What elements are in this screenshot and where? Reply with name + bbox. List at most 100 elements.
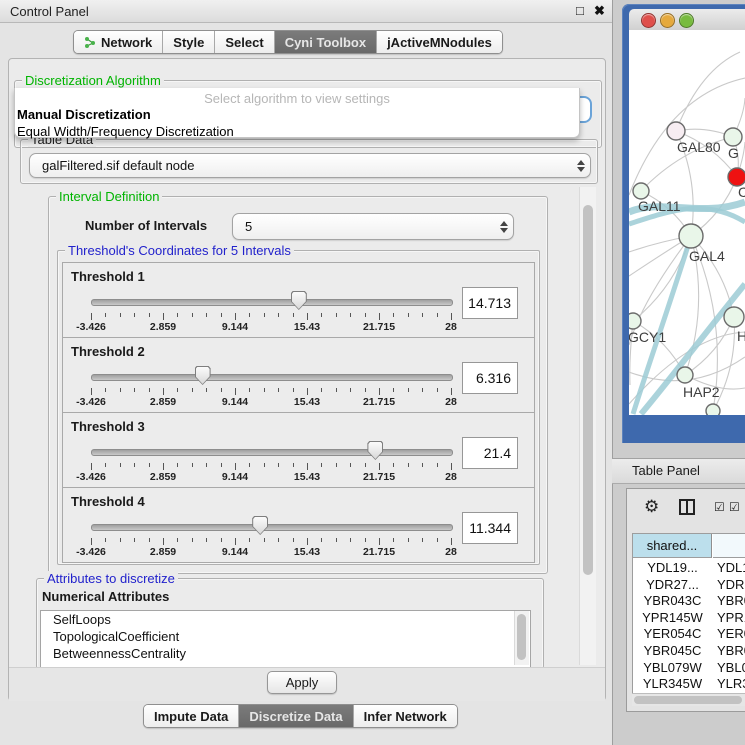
attribute-item[interactable]: BetweennessCentrality [41, 645, 530, 662]
tick-mark [249, 388, 250, 392]
close-traffic-light-icon[interactable] [641, 13, 656, 28]
network-node-g[interactable] [724, 128, 742, 146]
tick-label: 2.859 [133, 396, 193, 408]
gear-icon[interactable]: ⚙ [644, 497, 659, 517]
popup-item-equal-width-frequency[interactable]: Equal Width/Frequency Discretization [15, 123, 579, 140]
tick-mark [192, 538, 193, 542]
tick-mark [221, 388, 222, 392]
tick-label: -3.426 [61, 471, 121, 483]
table-row[interactable]: YDR27... YDR2 [633, 577, 745, 594]
tick-mark [365, 388, 366, 392]
cell-shared-name: YBR045C [633, 643, 712, 658]
attribute-item[interactable]: SelfLoops [41, 611, 530, 628]
slider-track[interactable] [91, 374, 453, 381]
split-column-icon[interactable] [679, 499, 695, 515]
slider-thumb[interactable] [291, 291, 307, 310]
settings-scrollbar[interactable] [579, 187, 596, 665]
network-node-label: GAL11 [638, 198, 681, 214]
cell-shared-name: YLR345W [633, 676, 712, 691]
numerical-attributes-list[interactable]: SelfLoopsTopologicalCoefficientBetweenne… [40, 610, 531, 668]
threshold-value-field[interactable]: 14.713 [462, 287, 518, 319]
table-row[interactable]: YLR345WYLR3 [633, 676, 745, 693]
table-data-combobox[interactable]: galFiltered.sif default node [29, 153, 591, 178]
tick-mark [134, 538, 135, 542]
network-node-gal80[interactable] [667, 122, 685, 140]
zoom-traffic-light-icon[interactable] [679, 13, 694, 28]
slider-thumb[interactable] [252, 516, 268, 535]
network-node-hap2[interactable] [677, 367, 693, 383]
table-row[interactable]: YBR043CYBR0 [633, 593, 745, 610]
tick-mark [422, 313, 423, 317]
network-node[interactable] [706, 404, 720, 415]
tick-mark [422, 538, 423, 542]
tab-discretize-data[interactable]: Discretize Data [238, 705, 352, 727]
table-horizontal-scrollbar[interactable] [632, 693, 745, 706]
tab-infer-network[interactable]: Infer Network [353, 705, 457, 727]
threshold-value-field[interactable]: 11.344 [462, 512, 518, 544]
close-icon[interactable]: ✖ [594, 3, 605, 19]
tab-network[interactable]: Network [74, 31, 162, 53]
tick-mark [451, 538, 452, 545]
slider-track[interactable] [91, 524, 453, 531]
tick-mark [278, 313, 279, 317]
column-header-shared[interactable]: shared... [633, 534, 712, 558]
network-node-gal4[interactable] [679, 224, 703, 248]
node-table[interactable]: shared... n... YDL19...YDL1YDR27...YDR2Y… [632, 533, 745, 695]
slider-thumb[interactable] [195, 366, 211, 385]
cell-shared-name: YDR27... [633, 577, 712, 592]
table-row[interactable]: YBR045CYBR0 [633, 643, 745, 660]
attributes-scrollbar[interactable] [514, 611, 529, 665]
tick-label: 28 [421, 546, 481, 558]
interval-definition-title: Interval Definition [56, 189, 162, 204]
tick-mark [264, 313, 265, 317]
number-of-intervals-combobox[interactable]: 5 [232, 213, 514, 240]
tick-label: 2.859 [133, 471, 193, 483]
network-node-gcy1[interactable] [629, 313, 641, 329]
table-data-group: Table Data galFiltered.sif default node [20, 139, 598, 184]
tick-mark [163, 313, 164, 320]
table-row[interactable]: YDL19...YDL1 [633, 560, 745, 577]
tick-mark [293, 388, 294, 392]
table-row[interactable]: YBL079WYBL0 [633, 660, 745, 677]
threshold-value-field[interactable]: 21.4 [462, 437, 518, 469]
network-node-label: GCY1 [629, 329, 666, 345]
table-scrollbar-thumb[interactable] [634, 696, 742, 704]
tick-mark [105, 388, 106, 392]
apply-button[interactable]: Apply [267, 671, 337, 694]
network-canvas[interactable]: GAL80GCGAL11GAL4GCY1HHAP2 [629, 30, 745, 415]
slider-thumb[interactable] [367, 441, 383, 460]
network-node-gal11[interactable] [633, 183, 649, 199]
tick-mark [350, 313, 351, 317]
tab-select[interactable]: Select [214, 31, 273, 53]
table-row[interactable]: YPR145WYPR1 [633, 610, 745, 627]
slider-track[interactable] [91, 299, 453, 306]
minimize-traffic-light-icon[interactable] [660, 13, 675, 28]
cell-shared-name: YPR145W [633, 610, 712, 625]
tick-mark [177, 388, 178, 392]
tab-cyni-toolbox[interactable]: Cyni Toolbox [274, 31, 376, 53]
cell-name: YDR2 [717, 577, 745, 592]
tick-mark [134, 313, 135, 317]
float-window-icon[interactable]: □ [576, 3, 584, 18]
cell-shared-name: YDL19... [633, 560, 712, 575]
attribute-item[interactable]: TopologicalCoefficient [41, 628, 530, 645]
tick-mark [307, 313, 308, 320]
tab-style[interactable]: Style [162, 31, 214, 53]
tick-mark [350, 463, 351, 467]
popup-item-manual-discretization[interactable]: Manual Discretization [15, 106, 579, 123]
network-node-h[interactable] [724, 307, 744, 327]
threshold-value-field[interactable]: 6.316 [462, 362, 518, 394]
tab-jactivemnodules[interactable]: jActiveMNodules [376, 31, 502, 53]
slider-track[interactable] [91, 449, 453, 456]
tick-mark [379, 313, 380, 320]
tab-label: Style [173, 35, 204, 50]
attributes-scrollbar-thumb[interactable] [517, 614, 526, 660]
settings-scrollbar-thumb[interactable] [583, 205, 593, 575]
network-icon [84, 36, 97, 49]
tab-impute-data[interactable]: Impute Data [144, 705, 238, 727]
table-row[interactable]: YER054CYER0 [633, 626, 745, 643]
column-header-name[interactable]: n... [713, 534, 745, 558]
tab-label: Impute Data [154, 709, 228, 724]
checkbox-icon[interactable]: ☑ [714, 500, 725, 514]
checkbox-icon[interactable]: ☑ [729, 500, 740, 514]
